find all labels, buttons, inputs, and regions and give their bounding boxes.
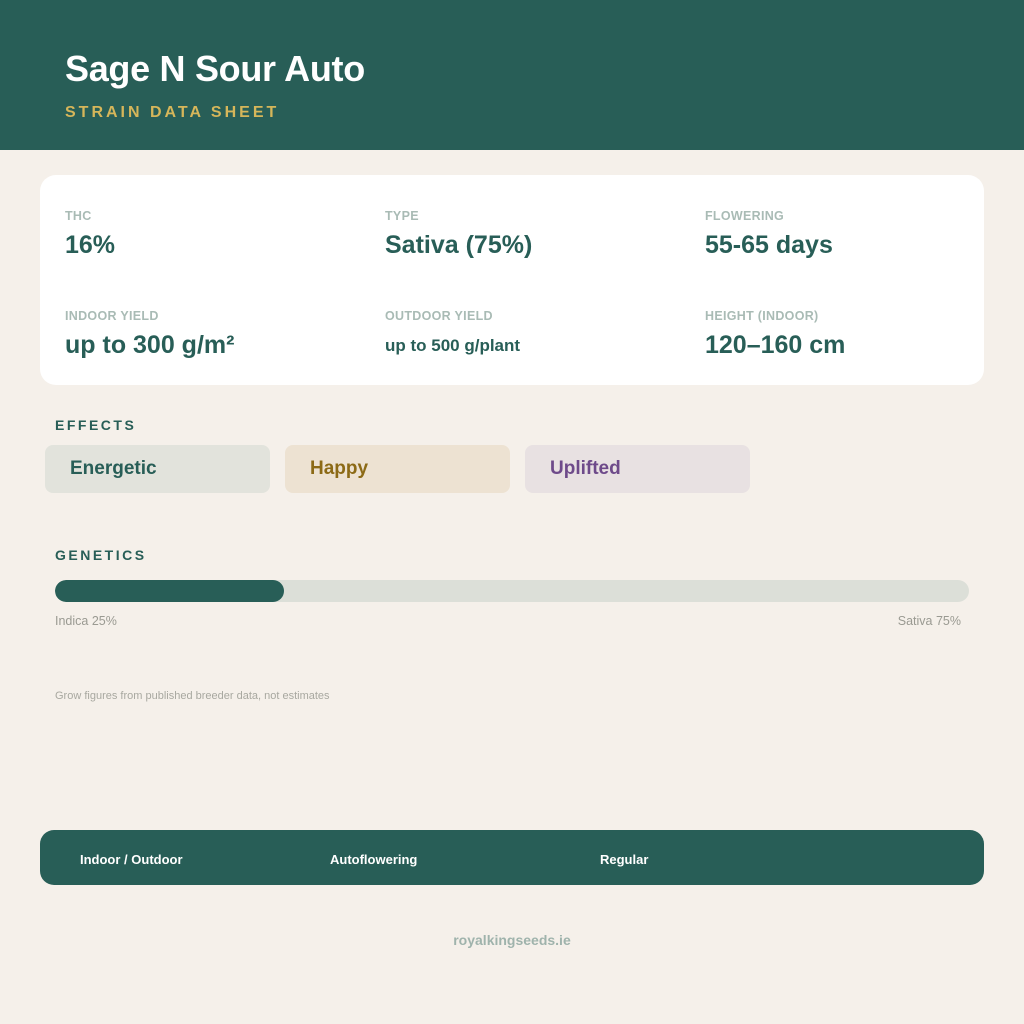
stat-flowering: FLOWERING 55-65 days (705, 209, 833, 260)
footer-item-environment: Indoor / Outdoor (80, 852, 183, 867)
effect-chip-happy: Happy (285, 445, 510, 493)
sativa-caption: Sativa 75% (897, 614, 961, 628)
stat-thc: THC 16% (65, 209, 115, 260)
stat-label: OUTDOOR YIELD (385, 309, 493, 323)
footer-item-flowering-type: Autoflowering (330, 852, 418, 867)
site-url: royalkingseeds.ie (453, 932, 571, 948)
genetics-bar-indica-fill (55, 580, 284, 602)
stat-value: up to 500 g/plant (385, 336, 521, 355)
stat-indoor-yield: INDOOR YIELD up to 300 g/m² (65, 309, 234, 360)
effects-heading: EFFECTS (55, 417, 137, 433)
stat-type: TYPE Sativa (75%) (385, 209, 532, 260)
stat-label: HEIGHT (INDOOR) (705, 309, 819, 323)
genetics-bar (55, 580, 969, 602)
indica-caption: Indica 25% (55, 614, 117, 628)
header-banner: Sage N Sour Auto STRAIN DATA SHEET (0, 0, 1024, 150)
stat-label: THC (65, 209, 92, 223)
page-title: Sage N Sour Auto (65, 48, 365, 89)
stat-value: 120–160 cm (705, 331, 846, 359)
stat-label: FLOWERING (705, 209, 785, 223)
stat-value: Sativa (75%) (385, 231, 533, 259)
effect-chip-energetic: Energetic (45, 445, 270, 493)
genetics-heading: GENETICS (55, 547, 147, 563)
footer-item-seed-type: Regular (600, 852, 649, 867)
stat-value: 16% (65, 231, 116, 259)
stat-outdoor-yield: OUTDOOR YIELD up to 500 g/plant (385, 309, 520, 356)
data-source-note: Grow figures from published breeder data… (55, 690, 330, 702)
page-subtitle: STRAIN DATA SHEET (65, 104, 280, 121)
stat-height-indoor: HEIGHT (INDOOR) 120–160 cm (705, 309, 845, 360)
stat-label: TYPE (385, 209, 419, 223)
footer-attributes-bar: Indoor / Outdoor Autoflowering Regular (40, 830, 984, 885)
stat-value: 55-65 days (705, 231, 833, 259)
stats-card: THC 16% TYPE Sativa (75%) FLOWERING 55-6… (40, 175, 984, 385)
stat-value: up to 300 g/m² (65, 331, 235, 359)
effect-chip-uplifted: Uplifted (525, 445, 750, 493)
stat-label: INDOOR YIELD (65, 309, 159, 323)
